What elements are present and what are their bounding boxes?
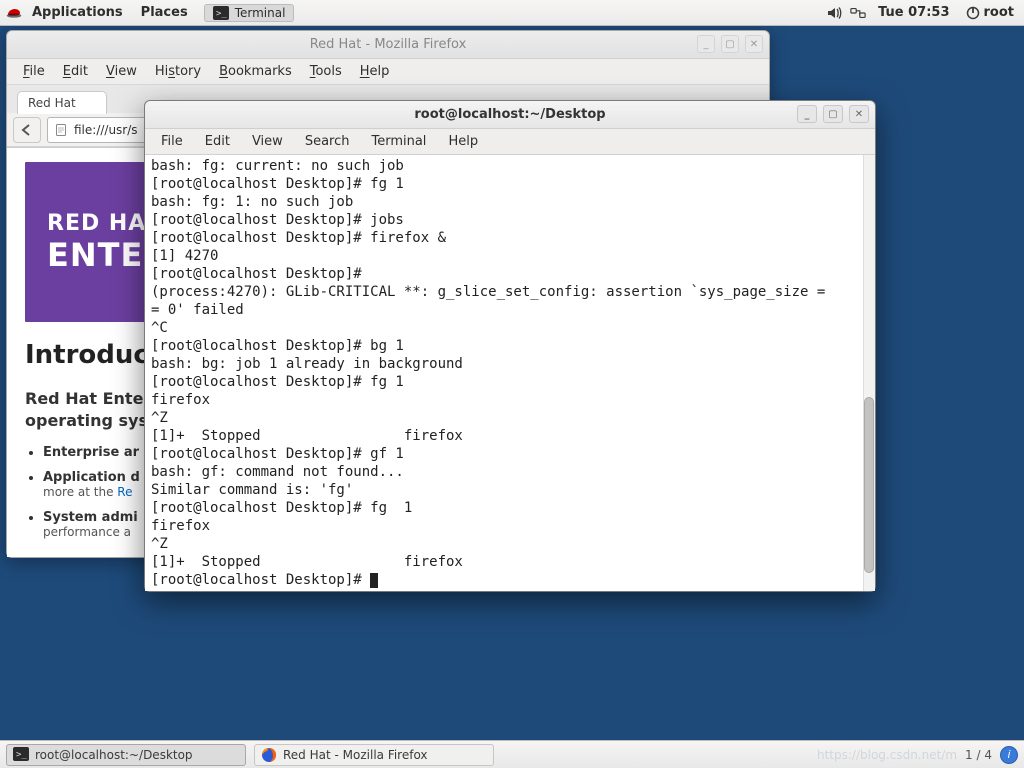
firefox-menu-file[interactable]: File	[15, 62, 53, 81]
terminal-output[interactable]: bash: fg: current: no such job [root@loc…	[145, 155, 875, 591]
top-panel: Applications Places >_ Terminal Tue 07:5…	[0, 0, 1024, 26]
firefox-menu-help[interactable]: Help	[352, 62, 398, 81]
firefox-menu-tools[interactable]: Tools	[302, 62, 350, 81]
terminal-window-controls: _ ▢ ✕	[797, 105, 869, 123]
svg-text:>_: >_	[16, 750, 27, 760]
firefox-menu-edit[interactable]: Edit	[55, 62, 96, 81]
terminal-scrollbar[interactable]	[863, 155, 875, 591]
terminal-title: root@localhost:~/Desktop	[414, 107, 605, 122]
clock[interactable]: Tue 07:53	[874, 5, 953, 20]
top-panel-left: Applications Places >_ Terminal	[6, 3, 294, 22]
terminal-menu-view[interactable]: View	[242, 132, 293, 151]
firefox-title: Red Hat - Mozilla Firefox	[310, 37, 467, 52]
top-panel-right: Tue 07:53 root	[826, 5, 1018, 21]
watermark-text: https://blog.csdn.net/m	[817, 748, 957, 762]
firefox-close-button[interactable]: ✕	[745, 35, 763, 53]
firefox-back-button[interactable]	[13, 117, 41, 143]
bottom-panel: >_ root@localhost:~/Desktop Red Hat - Mo…	[0, 740, 1024, 768]
volume-icon[interactable]	[826, 5, 842, 21]
terminal-close-button[interactable]: ✕	[849, 105, 869, 123]
page-icon	[54, 123, 68, 137]
applications-menu[interactable]: Applications	[24, 3, 131, 22]
taskbar-item-firefox[interactable]: Red Hat - Mozilla Firefox	[254, 744, 494, 766]
firefox-menu-history[interactable]: History	[147, 62, 209, 81]
terminal-menu-edit[interactable]: Edit	[195, 132, 240, 151]
info-icon[interactable]: i	[1000, 746, 1018, 764]
terminal-scrollbar-thumb[interactable]	[864, 397, 874, 573]
taskbar-item-terminal[interactable]: >_ root@localhost:~/Desktop	[6, 744, 246, 766]
terminal-window: root@localhost:~/Desktop _ ▢ ✕ File Edit…	[144, 100, 876, 592]
redhat-link[interactable]: Re	[117, 485, 132, 499]
firefox-tab-redhat[interactable]: Red Hat	[17, 91, 107, 114]
top-task-terminal[interactable]: >_ Terminal	[204, 4, 295, 22]
firefox-menu-view[interactable]: View	[98, 62, 145, 81]
terminal-menu-search[interactable]: Search	[295, 132, 360, 151]
terminal-maximize-button[interactable]: ▢	[823, 105, 843, 123]
terminal-icon: >_	[213, 6, 229, 20]
power-icon	[966, 6, 980, 20]
firefox-icon	[261, 747, 277, 763]
firefox-menu-bookmarks[interactable]: Bookmarks	[211, 62, 300, 81]
firefox-minimize-button[interactable]: _	[697, 35, 715, 53]
top-task-terminal-label: Terminal	[235, 6, 286, 20]
terminal-icon: >_	[13, 747, 29, 763]
terminal-menu-file[interactable]: File	[151, 132, 193, 151]
user-label: root	[984, 5, 1015, 20]
redhat-logo-icon	[6, 5, 22, 21]
terminal-titlebar[interactable]: root@localhost:~/Desktop _ ▢ ✕	[145, 101, 875, 129]
taskbar-item-label: root@localhost:~/Desktop	[35, 748, 193, 762]
firefox-window-controls: _ ▢ ✕	[697, 35, 763, 53]
firefox-menubar: File Edit View History Bookmarks Tools H…	[7, 59, 769, 85]
bottom-panel-right: https://blog.csdn.net/m 1 / 4 i	[817, 746, 1018, 764]
terminal-menu-help[interactable]: Help	[438, 132, 488, 151]
network-icon[interactable]	[850, 5, 866, 21]
svg-text:>_: >_	[216, 9, 227, 19]
places-menu[interactable]: Places	[133, 3, 196, 22]
workspace-pager[interactable]: 1 / 4	[965, 748, 992, 762]
terminal-minimize-button[interactable]: _	[797, 105, 817, 123]
taskbar-item-label: Red Hat - Mozilla Firefox	[283, 748, 428, 762]
firefox-titlebar[interactable]: Red Hat - Mozilla Firefox _ ▢ ✕	[7, 31, 769, 59]
terminal-cursor	[370, 573, 378, 588]
terminal-menubar: File Edit View Search Terminal Help	[145, 129, 875, 155]
user-menu[interactable]: root	[962, 5, 1019, 20]
firefox-url-text: file:///usr/s	[74, 123, 138, 137]
terminal-menu-terminal[interactable]: Terminal	[361, 132, 436, 151]
firefox-maximize-button[interactable]: ▢	[721, 35, 739, 53]
